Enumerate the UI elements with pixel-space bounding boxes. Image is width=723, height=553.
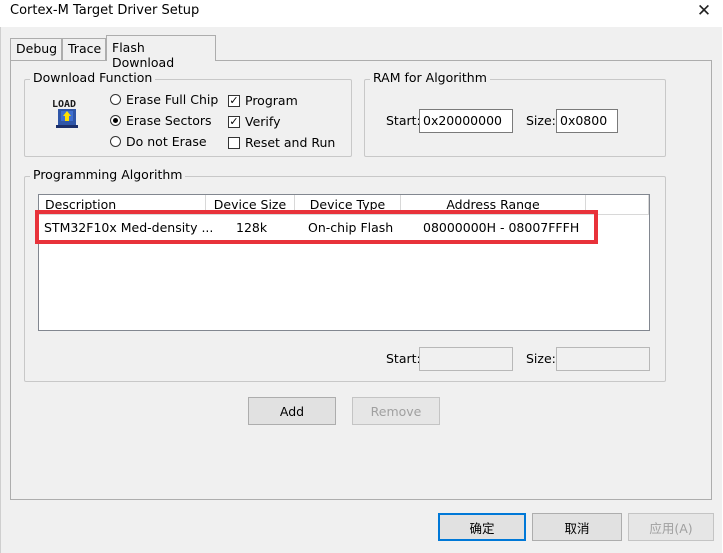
erase-sectors-radio[interactable] <box>110 115 121 126</box>
algorithm-start-input[interactable] <box>419 347 513 371</box>
tab-trace[interactable]: Trace <box>62 38 106 60</box>
tab-flash-download[interactable]: Flash Download <box>106 35 216 70</box>
load-icon-text: LOAD <box>52 99 76 110</box>
window-title: Cortex-M Target Driver Setup <box>10 3 200 18</box>
ram-size-input[interactable]: 0x0800 <box>556 109 618 133</box>
algorithm-size-label: Size: <box>526 351 556 366</box>
remove-button[interactable]: Remove <box>352 397 440 425</box>
close-icon[interactable]: ✕ <box>689 0 719 22</box>
add-button[interactable]: Add <box>248 397 336 425</box>
do-not-erase-radio[interactable] <box>110 136 121 147</box>
reset-and-run-checkbox[interactable] <box>228 137 240 149</box>
ok-button[interactable]: 确定 <box>438 513 526 541</box>
apply-button[interactable]: 应用(A) <box>628 513 714 541</box>
algorithm-start-label: Start: <box>386 351 421 366</box>
download-function-legend: Download Function <box>30 70 156 85</box>
erase-full-chip-label[interactable]: Erase Full Chip <box>126 92 218 107</box>
program-checkbox[interactable]: ✓ <box>228 95 240 107</box>
cancel-button[interactable]: 取消 <box>532 513 622 541</box>
ram-start-input[interactable]: 0x20000000 <box>419 109 513 133</box>
erase-full-chip-radio[interactable] <box>110 94 121 105</box>
tab-debug[interactable]: Debug <box>10 38 62 60</box>
algorithm-size-input[interactable] <box>556 347 650 371</box>
ram-start-label: Start: <box>386 113 421 128</box>
ram-size-label: Size: <box>526 113 556 128</box>
load-icon: LOAD <box>50 97 84 131</box>
program-label[interactable]: Program <box>245 93 298 108</box>
reset-and-run-label[interactable]: Reset and Run <box>245 135 335 150</box>
erase-sectors-label[interactable]: Erase Sectors <box>126 113 212 128</box>
programming-algorithm-legend: Programming Algorithm <box>30 167 186 182</box>
ram-legend: RAM for Algorithm <box>370 70 490 85</box>
verify-label[interactable]: Verify <box>245 114 280 129</box>
verify-checkbox[interactable]: ✓ <box>228 116 240 128</box>
highlight-box <box>35 210 598 244</box>
do-not-erase-label[interactable]: Do not Erase <box>126 134 207 149</box>
